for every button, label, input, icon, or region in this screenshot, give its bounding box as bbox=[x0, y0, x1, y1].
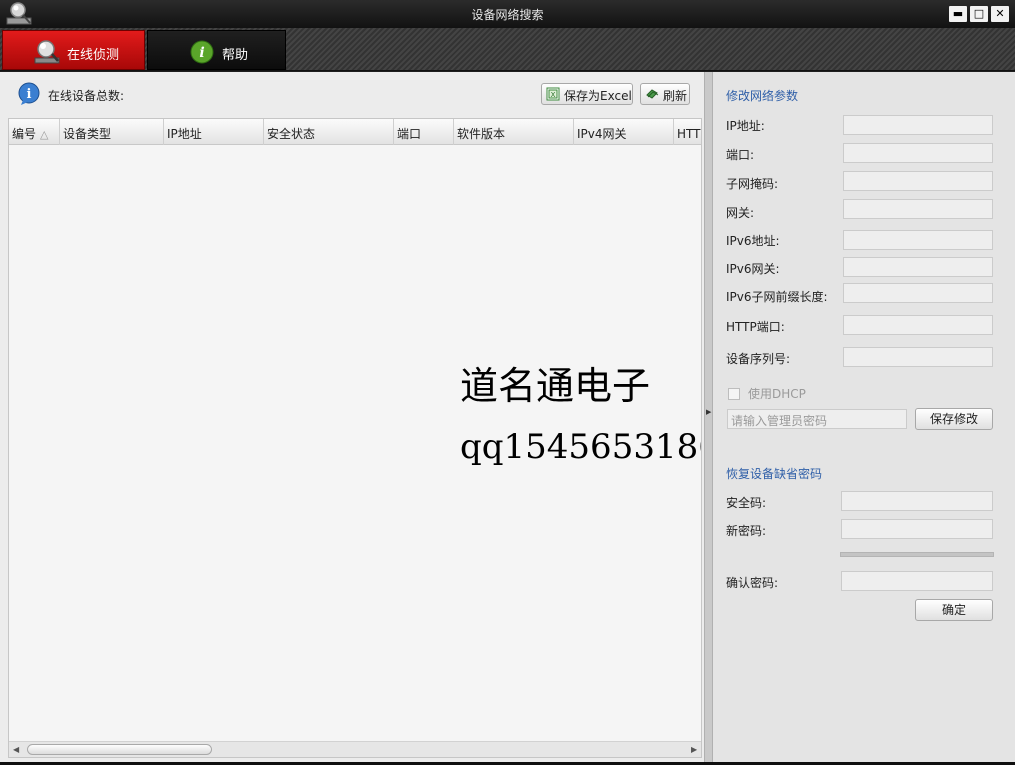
svg-text:X: X bbox=[551, 91, 556, 99]
scrollbar-thumb[interactable] bbox=[27, 744, 212, 755]
column-header-http-port[interactable]: HTTP端口 bbox=[674, 119, 701, 145]
tab-online-detect[interactable]: 在线侦测 bbox=[2, 30, 145, 70]
device-table[interactable]: 编号△ 设备类型 IP地址 安全状态 端口 软件版本 IPv4网关 HTTP端口… bbox=[8, 118, 702, 758]
security-code-label: 安全码: bbox=[726, 496, 767, 510]
dhcp-checkbox[interactable] bbox=[728, 388, 740, 400]
ipv6-prefix-input[interactable] bbox=[843, 283, 993, 303]
column-header-ip[interactable]: IP地址 bbox=[164, 119, 264, 145]
refresh-icon bbox=[646, 89, 659, 99]
column-header-software-version[interactable]: 软件版本 bbox=[454, 119, 574, 145]
modify-network-title: 修改网络参数 bbox=[726, 89, 799, 103]
confirm-button[interactable]: 确定 bbox=[915, 599, 993, 621]
http-port-label: HTTP端口: bbox=[726, 320, 785, 334]
column-header-port[interactable]: 端口 bbox=[394, 119, 454, 145]
ipv6-address-input[interactable] bbox=[843, 230, 993, 250]
dhcp-label: 使用DHCP bbox=[748, 387, 806, 401]
gateway-label: 网关: bbox=[726, 206, 755, 220]
security-code-input[interactable] bbox=[841, 491, 993, 511]
horizontal-scrollbar[interactable]: ◀ ▶ bbox=[9, 741, 701, 757]
gateway-input[interactable] bbox=[843, 199, 993, 219]
serial-number-label: 设备序列号: bbox=[726, 352, 791, 366]
subnet-mask-label: 子网掩码: bbox=[726, 177, 779, 191]
new-password-input[interactable] bbox=[841, 519, 993, 539]
save-excel-button[interactable]: X 保存为Excel bbox=[541, 83, 633, 105]
collapse-arrow-icon[interactable]: ▶ bbox=[706, 408, 711, 416]
port-input[interactable] bbox=[843, 143, 993, 163]
column-header-device-type[interactable]: 设备类型 bbox=[60, 119, 164, 145]
close-button[interactable]: ✕ bbox=[991, 6, 1009, 22]
ipv6-gateway-label: IPv6网关: bbox=[726, 262, 780, 276]
tab-bar: 在线侦测 i 帮助 bbox=[0, 28, 1015, 71]
device-list-panel: i 在线设备总数: X 保存为Excel 刷新 编号 △ 设备类型 IP地址 安全… bbox=[0, 72, 704, 762]
password-strength-bar bbox=[840, 552, 994, 557]
subnet-mask-input[interactable] bbox=[843, 171, 993, 191]
table-header: 编号△ 设备类型 IP地址 安全状态 端口 软件版本 IPv4网关 HTTP端口 bbox=[9, 119, 701, 145]
watermark-qq: qq1545653186 bbox=[460, 427, 702, 467]
column-header-ipv4-gateway[interactable]: IPv4网关 bbox=[574, 119, 674, 145]
ip-address-input[interactable] bbox=[843, 115, 993, 135]
ipv6-address-label: IPv6地址: bbox=[726, 234, 780, 248]
svg-text:i: i bbox=[27, 87, 32, 102]
search-magnifier-icon bbox=[34, 40, 60, 64]
refresh-button[interactable]: 刷新 bbox=[640, 83, 690, 105]
panel-splitter[interactable]: ▶ bbox=[704, 72, 713, 762]
excel-icon: X bbox=[546, 87, 560, 101]
admin-password-input[interactable]: 请输入管理员密码 bbox=[727, 409, 907, 429]
confirm-password-label: 确认密码: bbox=[726, 576, 779, 590]
tab-help[interactable]: i 帮助 bbox=[147, 30, 286, 70]
tab-label: 帮助 bbox=[222, 48, 249, 63]
ipv6-gateway-input[interactable] bbox=[843, 257, 993, 277]
restore-password-title: 恢复设备缺省密码 bbox=[726, 467, 823, 481]
save-changes-button[interactable]: 保存修改 bbox=[915, 408, 993, 430]
title-bar: 设备网络搜索 ▬ □ ✕ bbox=[0, 0, 1015, 28]
column-header-security-status[interactable]: 安全状态 bbox=[264, 119, 394, 145]
new-password-label: 新密码: bbox=[726, 524, 767, 538]
confirm-password-input[interactable] bbox=[841, 571, 993, 591]
svg-text:i: i bbox=[199, 45, 204, 61]
info-icon: i bbox=[18, 82, 40, 105]
minimize-button[interactable]: ▬ bbox=[949, 6, 967, 22]
info-icon: i bbox=[190, 40, 214, 64]
watermark-text: 道名通电子 bbox=[460, 364, 651, 408]
port-label: 端口: bbox=[726, 148, 755, 162]
serial-number-input[interactable] bbox=[843, 347, 993, 367]
scroll-left-icon[interactable]: ◀ bbox=[13, 745, 19, 754]
tab-label: 在线侦测 bbox=[67, 48, 120, 63]
ip-address-label: IP地址: bbox=[726, 119, 765, 133]
window-title: 设备网络搜索 bbox=[471, 8, 544, 22]
ipv6-prefix-label: IPv6子网前缀长度: bbox=[726, 290, 828, 304]
online-device-count-label: 在线设备总数: bbox=[48, 89, 125, 103]
column-header-number[interactable]: 编号 △ bbox=[9, 119, 60, 145]
maximize-button[interactable]: □ bbox=[970, 6, 988, 22]
sort-ascending-icon: △ bbox=[40, 128, 49, 141]
network-settings-panel: 修改网络参数 IP地址: 端口: 子网掩码: 网关: IPv6地址: IPv6网… bbox=[713, 72, 1015, 762]
http-port-input[interactable] bbox=[843, 315, 993, 335]
scroll-right-icon[interactable]: ▶ bbox=[691, 745, 697, 754]
